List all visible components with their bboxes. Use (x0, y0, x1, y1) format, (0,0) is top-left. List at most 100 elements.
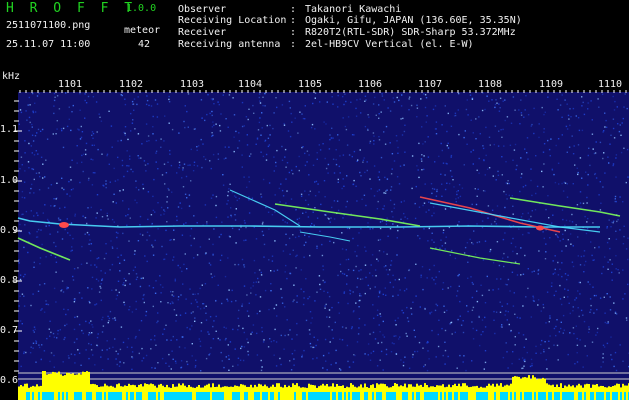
noise-speckle (497, 145, 500, 147)
noise-speckle (475, 329, 478, 332)
noise-speckle (543, 128, 545, 130)
noise-speckle (613, 109, 616, 111)
noise-speckle (527, 114, 530, 116)
level-bar-base (554, 392, 556, 400)
noise-speckle (621, 122, 623, 124)
noise-speckle (160, 292, 162, 294)
noise-speckle (19, 320, 22, 322)
noise-speckle (566, 183, 568, 185)
noise-speckle (63, 338, 65, 341)
noise-speckle (181, 270, 183, 273)
noise-speckle (466, 99, 468, 101)
noise-speckle (544, 341, 546, 343)
noise-speckle (493, 143, 495, 146)
noise-speckle (462, 320, 464, 322)
level-bar-base (38, 392, 40, 400)
level-bar-base (150, 392, 152, 400)
noise-speckle (535, 192, 537, 195)
level-bar-base (148, 392, 150, 400)
noise-speckle (444, 188, 447, 191)
noise-speckle (538, 123, 540, 125)
noise-speckle (218, 236, 221, 238)
noise-speckle (38, 346, 41, 349)
noise-speckle (269, 124, 271, 127)
noise-speckle (416, 350, 419, 353)
noise-speckle (154, 292, 157, 294)
noise-speckle (379, 331, 381, 333)
noise-speckle (605, 119, 607, 122)
noise-speckle (103, 257, 106, 260)
noise-speckle (108, 347, 111, 349)
level-bar (614, 385, 616, 392)
noise-speckle (446, 309, 448, 312)
noise-speckle (364, 100, 366, 102)
noise-speckle (337, 106, 339, 108)
noise-speckle (316, 357, 318, 359)
noise-speckle (247, 354, 250, 356)
noise-speckle (231, 191, 234, 194)
noise-speckle (449, 323, 451, 325)
noise-speckle (238, 325, 240, 327)
noise-speckle (283, 122, 285, 125)
noise-speckle (38, 189, 41, 191)
noise-speckle (592, 148, 594, 150)
noise-speckle (577, 236, 579, 238)
noise-speckle (184, 253, 186, 255)
noise-speckle (88, 234, 90, 236)
noise-speckle (241, 154, 243, 156)
noise-speckle (222, 94, 224, 96)
noise-speckle (371, 275, 374, 277)
level-bar-base (230, 392, 232, 400)
level-bar-base (350, 392, 352, 400)
noise-speckle (23, 246, 25, 249)
noise-speckle (595, 294, 597, 297)
noise-speckle (303, 256, 305, 258)
level-bar-base (388, 392, 390, 400)
noise-speckle (531, 210, 533, 212)
noise-speckle (400, 201, 403, 203)
level-bar-base (298, 392, 300, 400)
noise-speckle (163, 140, 165, 142)
level-bar-base (178, 392, 180, 400)
noise-speckle (537, 299, 540, 301)
noise-speckle (66, 288, 68, 290)
noise-speckle (561, 116, 563, 118)
noise-speckle (260, 134, 262, 136)
noise-speckle (356, 286, 358, 288)
noise-speckle (129, 158, 131, 160)
level-bar (268, 387, 270, 392)
noise-speckle (176, 215, 178, 218)
level-bar-base (222, 392, 224, 400)
level-bar-base (34, 392, 36, 400)
noise-speckle (613, 302, 615, 304)
level-bar (38, 386, 40, 392)
noise-speckle (176, 219, 178, 222)
noise-speckle (520, 114, 523, 116)
level-bar-base (532, 392, 534, 400)
noise-speckle (224, 339, 227, 341)
noise-speckle (146, 239, 148, 241)
noise-speckle (312, 164, 315, 166)
noise-speckle (284, 334, 286, 337)
noise-speckle (199, 308, 202, 310)
noise-speckle (572, 327, 575, 329)
noise-speckle (225, 356, 227, 358)
noise-speckle (268, 228, 270, 230)
noise-speckle (338, 139, 340, 141)
level-bar-base (622, 392, 624, 400)
noise-speckle (531, 364, 533, 367)
noise-speckle (116, 247, 118, 250)
noise-speckle (31, 134, 34, 136)
noise-speckle (558, 331, 561, 333)
noise-speckle (455, 198, 457, 200)
noise-speckle (360, 175, 362, 177)
noise-speckle (200, 99, 203, 101)
noise-speckle (268, 308, 270, 311)
noise-speckle (139, 285, 142, 288)
level-bar-base (112, 392, 114, 400)
level-bar-base (344, 392, 346, 400)
noise-speckle (370, 188, 372, 190)
noise-speckle (388, 269, 391, 271)
noise-speckle (572, 183, 574, 185)
noise-speckle (302, 212, 304, 214)
